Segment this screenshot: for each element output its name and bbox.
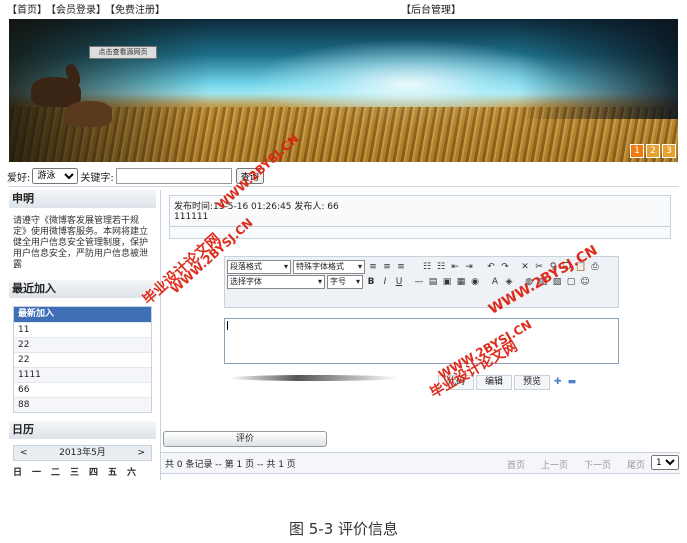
tab-edit[interactable]: 编辑 bbox=[476, 375, 513, 390]
paragraph-format-select[interactable]: 段落格式 ▾ bbox=[227, 260, 291, 274]
text-caret bbox=[227, 321, 228, 330]
calendar-next-button[interactable]: > bbox=[137, 446, 145, 460]
background-color-icon[interactable]: ◈ bbox=[503, 276, 515, 288]
prev-page-link[interactable]: 上一页 bbox=[541, 458, 568, 471]
pagination-bar: 共 0 条记录 -- 第 1 页 -- 共 1 页 首页 上一页 下一页 尾页 … bbox=[161, 452, 680, 474]
pagination-info: 共 0 条记录 -- 第 1 页 -- 共 1 页 bbox=[165, 460, 296, 470]
align-center-icon[interactable]: ≡ bbox=[381, 261, 393, 273]
recent-list-item[interactable]: 88 bbox=[14, 397, 151, 412]
unordered-list-icon[interactable]: ☷ bbox=[435, 261, 447, 273]
image-icon[interactable]: ▣ bbox=[441, 276, 453, 288]
notice-text: 请遵守《微博客发展管理若干规定》使用微博客服务。本网将建立健全用户信息安全管理制… bbox=[13, 216, 149, 270]
notice-heading: 申明 bbox=[9, 190, 156, 208]
top-nav: 【首页】 【会员登录】 【免费注册】 【后台管理】 bbox=[7, 4, 679, 18]
hobby-select[interactable]: 游泳 bbox=[32, 168, 79, 184]
align-right-icon[interactable]: ≡ bbox=[395, 261, 407, 273]
special-font-select[interactable]: 特殊字体格式 ▾ bbox=[293, 260, 365, 274]
submit-comment-button[interactable]: 评价 bbox=[163, 431, 327, 447]
recent-heading: 最近加入 bbox=[9, 280, 156, 298]
emoji-icon[interactable]: ☺ bbox=[579, 276, 591, 288]
recent-list-item[interactable]: 11 bbox=[14, 322, 151, 337]
nav-admin-link[interactable]: 【后台管理】 bbox=[401, 4, 461, 18]
indent-icon[interactable]: ⇥ bbox=[463, 261, 475, 273]
italic-icon[interactable]: I bbox=[379, 276, 391, 288]
post-author-label: 发布人: bbox=[294, 202, 325, 212]
font-color-icon[interactable]: A bbox=[489, 276, 501, 288]
last-page-link[interactable]: 尾页 bbox=[627, 458, 645, 471]
ordered-list-icon[interactable]: ☷ bbox=[421, 261, 433, 273]
recent-list-item[interactable]: 1111 bbox=[14, 367, 151, 382]
keyword-input[interactable] bbox=[115, 168, 232, 184]
font-family-select[interactable]: 选择字体 ▾ bbox=[227, 275, 325, 289]
media-icon[interactable]: ◉ bbox=[469, 276, 481, 288]
recent-list-item[interactable]: 22 bbox=[14, 352, 151, 367]
outdent-icon[interactable]: ⇤ bbox=[449, 261, 461, 273]
redo-icon[interactable]: ↷ bbox=[499, 261, 511, 273]
recent-list-item[interactable]: 66 bbox=[14, 382, 151, 397]
font-size-select[interactable]: 字号 ▾ bbox=[327, 275, 363, 289]
page-select[interactable]: 1 bbox=[651, 455, 679, 470]
first-page-link[interactable]: 首页 bbox=[507, 458, 525, 471]
tab-preview[interactable]: 预览 bbox=[514, 375, 551, 390]
banner-page-1[interactable]: 1 bbox=[630, 144, 644, 158]
comment-editor[interactable] bbox=[224, 318, 619, 364]
undo-icon[interactable]: ↶ bbox=[485, 261, 497, 273]
horse-image bbox=[64, 101, 112, 127]
post-meta: 发布时间:13-5-16 01:26:45 发布人: 66 bbox=[174, 199, 339, 212]
calendar-month: 2013年5月 bbox=[59, 448, 106, 458]
align-left-icon[interactable]: ≡ bbox=[367, 261, 379, 273]
next-page-link[interactable]: 下一页 bbox=[584, 458, 611, 471]
post-author: 66 bbox=[327, 202, 339, 212]
horizontal-rule-icon[interactable]: — bbox=[413, 276, 425, 288]
keyword-label: 关键字: bbox=[80, 172, 114, 184]
decorative-shadow bbox=[229, 375, 399, 381]
folder-icon[interactable]: ▤ bbox=[427, 276, 439, 288]
delete-icon[interactable]: ✕ bbox=[519, 261, 531, 273]
banner-page-2[interactable]: 2 bbox=[646, 144, 660, 158]
calendar-prev-button[interactable]: < bbox=[20, 446, 28, 460]
banner-page-3[interactable]: 3 bbox=[662, 144, 676, 158]
nav-home-link[interactable]: 【首页】 bbox=[7, 5, 47, 16]
divider bbox=[9, 186, 679, 187]
pagination-links: 首页 上一页 下一页 尾页 bbox=[507, 458, 645, 471]
hobby-label: 爱好: bbox=[7, 172, 31, 184]
calendar-nav: < 2013年5月 > bbox=[13, 445, 152, 461]
figure-caption: 图 5-3 评价信息 bbox=[288, 520, 399, 538]
nav-register-link[interactable]: 【免费注册】 bbox=[110, 5, 165, 16]
expand-plus-icon[interactable]: ✚ bbox=[552, 376, 564, 389]
recent-list: 最新加入 11 22 22 1111 66 88 bbox=[13, 306, 152, 413]
banner-pager: 1 2 3 bbox=[630, 144, 676, 158]
post-content: 111111 bbox=[174, 212, 209, 222]
underline-icon[interactable]: U bbox=[393, 276, 405, 288]
banner-shade-right bbox=[518, 19, 678, 119]
calendar-weekdays: 日一二三四五六 bbox=[13, 468, 147, 477]
bold-icon[interactable]: B bbox=[365, 276, 377, 288]
calendar-heading: 日历 bbox=[9, 421, 156, 439]
recent-list-item[interactable]: 22 bbox=[14, 337, 151, 352]
fullscreen-icon[interactable]: ▢ bbox=[565, 276, 577, 288]
print-icon[interactable]: ⎙ bbox=[589, 261, 601, 273]
banner-view-source-button[interactable]: 点击查看源网页 bbox=[89, 46, 157, 59]
search-bar: 爱好: 游泳 关键字: 查询 bbox=[7, 168, 264, 184]
post-time-label: 发布时间: bbox=[174, 202, 214, 212]
banner: 点击查看源网页 1 2 3 bbox=[9, 19, 678, 162]
sidebar: 申明 请遵守《微博客发展管理若干规定》使用微博客服务。本网将建立健全用户信息安全… bbox=[9, 190, 156, 490]
collapse-minus-icon[interactable]: ▬ bbox=[566, 376, 579, 389]
flash-icon[interactable]: ▦ bbox=[455, 276, 467, 288]
recent-list-header: 最新加入 bbox=[14, 307, 151, 322]
nav-login-link[interactable]: 【会员登录】 bbox=[51, 5, 106, 16]
